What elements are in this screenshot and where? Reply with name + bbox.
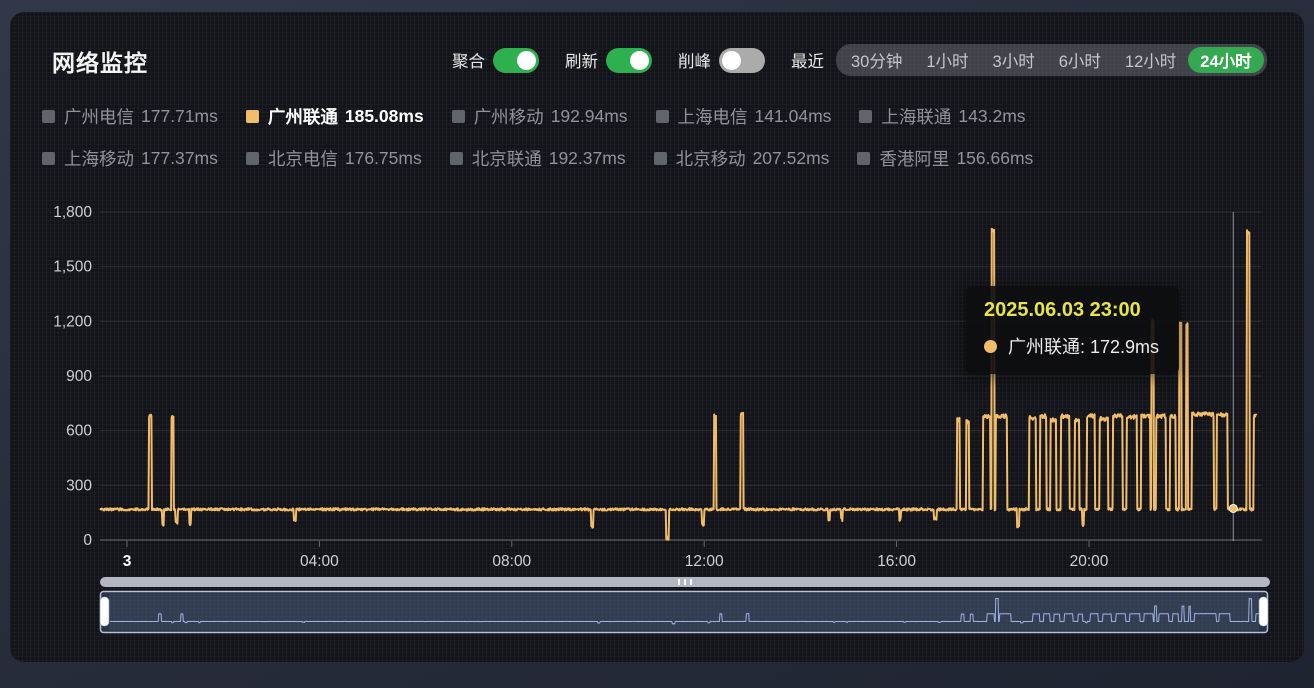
x-axis-label: 3	[123, 553, 132, 570]
horizontal-scrollbar[interactable]	[100, 577, 1270, 587]
y-axis-label: 900	[66, 368, 92, 385]
tooltip-date: 2025.06.03 23:00	[984, 299, 1159, 322]
y-axis-label: 0	[83, 532, 92, 549]
x-axis-label: 12:00	[685, 553, 724, 570]
y-axis-label: 1,200	[53, 313, 92, 330]
latency-series-line	[100, 229, 1257, 540]
network-monitor-page: 网络监控 聚合 刷新 削峰 最近 30分钟 1小时 3小时 6小时 12小时 2…	[0, 0, 1314, 688]
y-axis-label: 600	[66, 423, 92, 440]
scrollbar-grip-icon	[678, 579, 680, 585]
scrollbar-grip-icon	[690, 579, 692, 585]
x-axis-label: 04:00	[300, 553, 339, 570]
x-axis-label: 08:00	[492, 553, 531, 570]
x-axis-label: 16:00	[877, 553, 916, 570]
tooltip-series-value: 广州联通: 172.9ms	[1008, 333, 1159, 359]
series-dot-icon	[984, 340, 997, 353]
datazoom-left-handle[interactable]	[100, 597, 109, 626]
y-axis-label: 1,800	[53, 204, 92, 221]
y-axis-label: 300	[66, 477, 92, 494]
chart-tooltip: 2025.06.03 23:00 广州联通: 172.9ms	[966, 286, 1179, 374]
hovered-data-point	[1229, 504, 1237, 512]
y-axis-label: 1,500	[53, 259, 92, 276]
scrollbar-grip-icon	[684, 579, 686, 585]
x-axis-label: 20:00	[1070, 553, 1109, 570]
tooltip-series-row: 广州联通: 172.9ms	[984, 333, 1159, 359]
datazoom-right-handle[interactable]	[1259, 597, 1268, 626]
datazoom-selected-region[interactable]	[109, 594, 1259, 631]
